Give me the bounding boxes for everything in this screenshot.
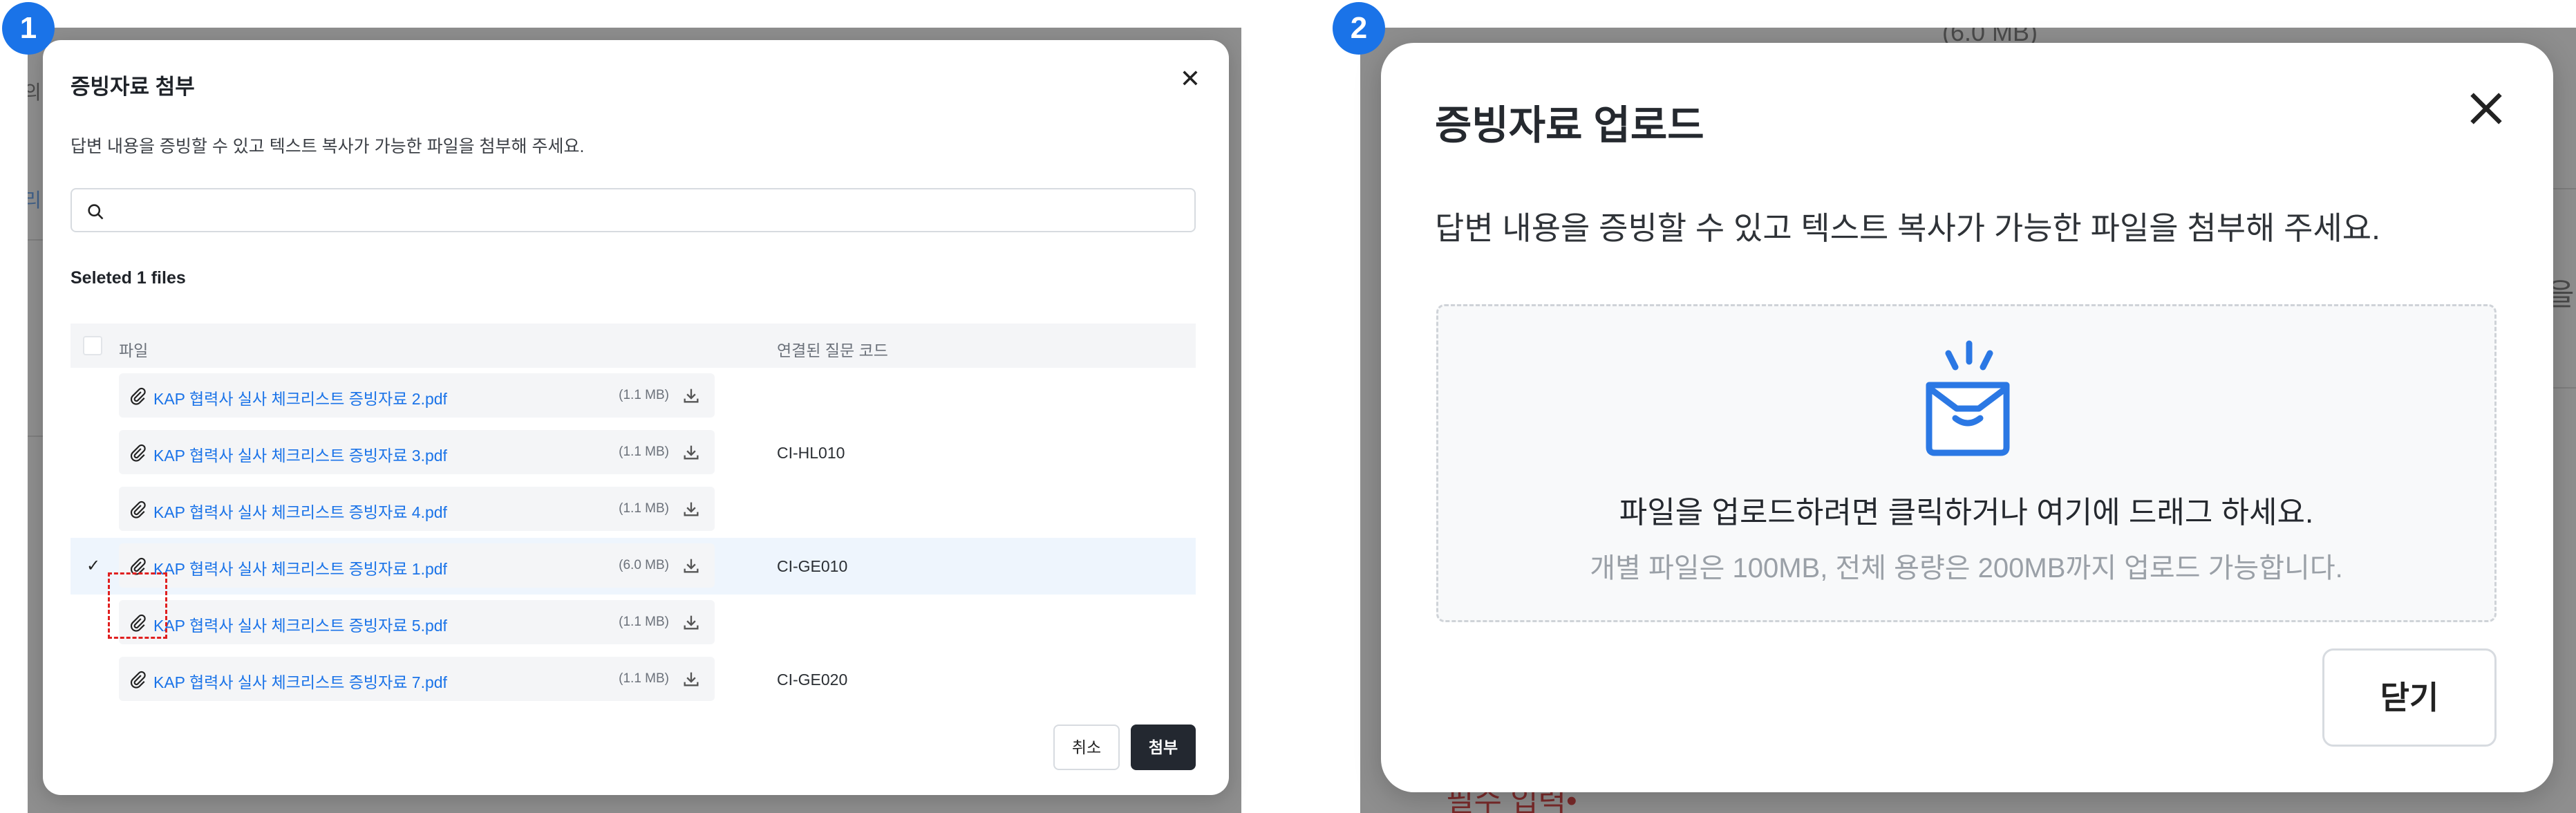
table-row[interactable]: KAP 협력사 실사 체크리스트 증빙자료 5.pdf (1.1 MB) bbox=[70, 595, 1196, 651]
file-size: (1.1 MB) bbox=[619, 388, 669, 402]
search-icon bbox=[88, 204, 104, 220]
file-dropzone[interactable]: 파일을 업로드하려면 클릭하거나 여기에 드래그 하세요. 개별 파일은 100… bbox=[1436, 304, 2497, 622]
file-size: (1.1 MB) bbox=[619, 501, 669, 516]
close-button[interactable]: 닫기 bbox=[2322, 648, 2497, 747]
paperclip-icon bbox=[130, 387, 146, 405]
background-text: 리 bbox=[28, 189, 41, 211]
row-checkbox[interactable] bbox=[83, 499, 104, 520]
upload-evidence-modal: 증빙자료 업로드 답변 내용을 증빙할 수 있고 텍스트 복사가 가능한 파일을… bbox=[1381, 43, 2553, 792]
row-checkbox[interactable] bbox=[83, 442, 104, 463]
file-chip[interactable]: KAP 협력사 실사 체크리스트 증빙자료 2.pdf (1.1 MB) bbox=[119, 373, 715, 418]
file-size: (6.0 MB) bbox=[619, 558, 669, 572]
background-line bbox=[28, 436, 43, 437]
paperclip-icon bbox=[130, 444, 146, 462]
column-header-file: 파일 bbox=[119, 342, 149, 359]
close-icon[interactable] bbox=[2462, 84, 2510, 133]
table-row[interactable]: KAP 협력사 실사 체크리스트 증빙자료 3.pdf (1.1 MB) CI-… bbox=[70, 424, 1196, 481]
row-checkbox[interactable] bbox=[83, 613, 104, 633]
check-icon[interactable]: ✓ bbox=[83, 556, 104, 577]
download-icon[interactable] bbox=[681, 386, 701, 405]
file-size: (1.1 MB) bbox=[619, 445, 669, 459]
file-chip[interactable]: KAP 협력사 실사 체크리스트 증빙자료 5.pdf (1.1 MB) bbox=[119, 600, 715, 644]
file-chip[interactable]: KAP 협력사 실사 체크리스트 증빙자료 7.pdf (1.1 MB) bbox=[119, 657, 715, 701]
paperclip-icon bbox=[130, 671, 146, 689]
file-link[interactable]: KAP 협력사 실사 체크리스트 증빙자료 5.pdf bbox=[153, 613, 447, 636]
dropzone-instruction: 파일을 업로드하려면 클릭하거나 여기에 드래그 하세요. bbox=[1619, 496, 2314, 530]
file-size: (1.1 MB) bbox=[619, 615, 669, 629]
selected-count: Seleted 1 files bbox=[70, 268, 186, 288]
row-checkbox[interactable] bbox=[83, 386, 104, 406]
file-link[interactable]: KAP 협력사 실사 체크리스트 증빙자료 3.pdf bbox=[153, 442, 447, 466]
paperclip-icon bbox=[130, 614, 146, 632]
row-checkbox[interactable] bbox=[83, 669, 104, 690]
download-icon[interactable] bbox=[681, 669, 701, 689]
background-line bbox=[28, 239, 43, 241]
file-link[interactable]: KAP 협력사 실사 체크리스트 증빙자료 4.pdf bbox=[153, 499, 447, 523]
question-code: CI-GE010 bbox=[777, 557, 848, 575]
search-input[interactable] bbox=[70, 188, 1196, 232]
select-all-checkbox[interactable] bbox=[83, 336, 102, 355]
dropzone-limit-note: 개별 파일은 100MB, 전체 용량은 200MB까지 업로드 가능합니다. bbox=[1590, 553, 2343, 583]
download-icon[interactable] bbox=[681, 499, 701, 518]
file-link[interactable]: KAP 협력사 실사 체크리스트 증빙자료 1.pdf bbox=[153, 556, 447, 579]
file-chip[interactable]: KAP 협력사 실사 체크리스트 증빙자료 1.pdf (6.0 MB) bbox=[119, 543, 715, 588]
file-link[interactable]: KAP 협력사 실사 체크리스트 증빙자료 7.pdf bbox=[153, 669, 447, 693]
download-icon[interactable] bbox=[681, 613, 701, 632]
table-row[interactable]: KAP 협력사 실사 체크리스트 증빙자료 7.pdf (1.1 MB) CI-… bbox=[70, 651, 1196, 708]
modal-title: 증빙자료 업로드 bbox=[1435, 103, 1704, 148]
file-size: (1.1 MB) bbox=[619, 671, 669, 686]
question-code: CI-HL010 bbox=[777, 444, 845, 462]
table-row[interactable]: KAP 협력사 실사 체크리스트 증빙자료 2.pdf (1.1 MB) bbox=[70, 368, 1196, 424]
download-icon[interactable] bbox=[681, 442, 701, 462]
attach-evidence-modal: 증빙자료 첨부 ✕ 답변 내용을 증빙할 수 있고 텍스트 복사가 가능한 파일… bbox=[43, 40, 1229, 795]
modal-description: 답변 내용을 증빙할 수 있고 텍스트 복사가 가능한 파일을 첨부해 주세요. bbox=[70, 137, 585, 156]
background-text: 의 bbox=[28, 82, 41, 103]
cancel-button[interactable]: 취소 bbox=[1053, 725, 1120, 770]
paperclip-icon bbox=[130, 557, 146, 575]
inbox-upload-icon bbox=[1926, 340, 2010, 456]
step-badge-1: 1 bbox=[2, 2, 55, 55]
file-chip[interactable]: KAP 협력사 실사 체크리스트 증빙자료 4.pdf (1.1 MB) bbox=[119, 487, 715, 531]
table-header: 파일 연결된 질문 코드 bbox=[70, 324, 1196, 368]
modal-description: 답변 내용을 증빙할 수 있고 텍스트 복사가 가능한 파일을 첨부해 주세요. bbox=[1435, 210, 2380, 246]
column-header-code: 연결된 질문 코드 bbox=[777, 342, 888, 359]
paperclip-icon bbox=[130, 501, 146, 518]
close-icon[interactable]: ✕ bbox=[1176, 65, 1204, 93]
question-code: CI-GE020 bbox=[777, 671, 848, 689]
file-chip[interactable]: KAP 협력사 실사 체크리스트 증빙자료 3.pdf (1.1 MB) bbox=[119, 430, 715, 474]
file-link[interactable]: KAP 협력사 실사 체크리스트 증빙자료 2.pdf bbox=[153, 386, 447, 409]
modal-title: 증빙자료 첨부 bbox=[70, 75, 195, 99]
file-table: KAP 협력사 실사 체크리스트 증빙자료 2.pdf (1.1 MB) KAP… bbox=[70, 368, 1196, 708]
attach-button[interactable]: 첨부 bbox=[1131, 725, 1196, 770]
download-icon[interactable] bbox=[681, 556, 701, 575]
step-badge-2: 2 bbox=[1333, 2, 1385, 55]
table-row-selected[interactable]: ✓ KAP 협력사 실사 체크리스트 증빙자료 1.pdf (6.0 MB) C… bbox=[70, 538, 1196, 595]
table-row[interactable]: KAP 협력사 실사 체크리스트 증빙자료 4.pdf (1.1 MB) bbox=[70, 481, 1196, 538]
